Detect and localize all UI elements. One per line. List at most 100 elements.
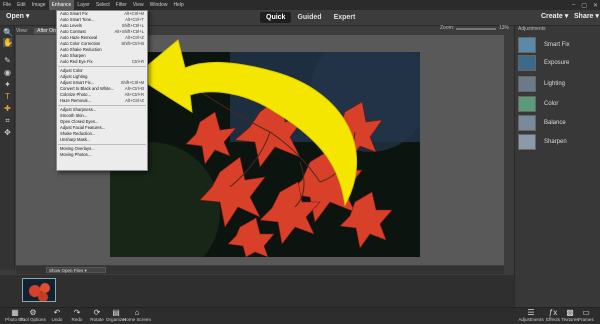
menu-item-label: Adjust Color: [60, 68, 83, 73]
menu-separator: [58, 66, 146, 67]
menu-item-label: Moving Overlays...: [60, 146, 95, 151]
tools-panel: 🔍 ✋ ✎ ◉ ✦ T ✚ ⌗ ✥: [0, 26, 15, 270]
menu-separator: [58, 144, 146, 145]
menu-item-shortcut: Alt+Ctrl+Z: [125, 98, 144, 103]
menu-item-label: Open Closed Eyes...: [60, 119, 99, 124]
menu-item-label: Auto Shake Reduction: [60, 47, 102, 52]
photo-canvas[interactable]: [110, 52, 420, 257]
home-screen-button[interactable]: ⌂ Home Screen: [122, 308, 152, 322]
undo-label: Undo: [51, 317, 63, 322]
menu-item-label: Colorize Photo...: [60, 92, 91, 97]
zoom-value: 13%: [499, 25, 510, 31]
spot-healing-icon[interactable]: ✚: [3, 104, 12, 113]
enhance-menu-item[interactable]: Unsharp Mask...: [60, 137, 146, 143]
frames-button[interactable]: ▭ Frames: [571, 308, 600, 322]
menu-item-label: Adjust Smart Fix...: [60, 80, 95, 85]
adjustment-label: Color: [544, 101, 559, 107]
type-tool-icon[interactable]: T: [3, 92, 12, 101]
adjustment-balance[interactable]: Balance: [518, 115, 598, 133]
share-button[interactable]: Share ▾: [574, 12, 599, 20]
tab-expert[interactable]: Expert: [328, 12, 362, 23]
menu-item-label: Auto Haze Removal: [60, 35, 98, 40]
menu-file[interactable]: File: [0, 0, 14, 10]
photo-thumbnail[interactable]: [22, 278, 56, 302]
menu-item-label: Auto Contrast: [60, 29, 86, 34]
menu-enhance[interactable]: Enhance: [48, 0, 75, 10]
autumn-leaves-photo: [110, 52, 420, 257]
menu-item-label: Convert to Black and White...: [60, 86, 115, 91]
create-label: Create: [541, 13, 563, 20]
share-label: Share: [574, 13, 594, 20]
show-open-files-dropdown[interactable]: Show Open Files ▾: [46, 267, 106, 273]
menu-separator: [58, 105, 146, 106]
menu-item-label: Auto Smart Tone...: [60, 17, 95, 22]
menu-item-label: Auto Red Eye Fix: [60, 59, 93, 64]
sharpen-icon: [518, 134, 536, 150]
adjustment-smart-fix[interactable]: Smart Fix: [518, 37, 598, 55]
tab-guided[interactable]: Guided: [291, 12, 327, 23]
menu-item-label: Adjust Facial Features...: [60, 125, 106, 130]
adjustment-sharpen[interactable]: Sharpen: [518, 134, 598, 152]
zoom-label: Zoom:: [440, 25, 455, 31]
window-controls: – ▢ ✕: [572, 0, 598, 10]
whiten-teeth-icon[interactable]: ✦: [3, 80, 12, 89]
eye-tool-icon[interactable]: ◉: [3, 68, 12, 77]
quick-selection-icon[interactable]: ✎: [3, 56, 12, 65]
zoom-slider[interactable]: [456, 28, 496, 30]
create-button[interactable]: Create ▾: [541, 12, 568, 20]
menu-window[interactable]: Window: [147, 0, 171, 10]
adjustment-exposure[interactable]: Exposure: [518, 55, 598, 73]
mode-tabs: Quick Guided Expert: [260, 12, 361, 23]
adjustment-lighting[interactable]: Lighting: [518, 76, 598, 94]
tab-quick[interactable]: Quick: [260, 12, 292, 23]
menu-item-label: Auto Sharpen: [60, 53, 86, 58]
redo-label: Redo: [71, 317, 83, 322]
close-icon[interactable]: ✕: [593, 2, 598, 9]
menu-item-label: Haze Removal...: [60, 98, 91, 103]
view-label: View:: [16, 27, 29, 34]
menu-view[interactable]: View: [130, 0, 147, 10]
move-tool-icon[interactable]: ✥: [3, 128, 12, 137]
photo-bin: [0, 275, 514, 307]
menubar: File Edit Image Enhance Layer Select Fil…: [0, 0, 600, 10]
menu-help[interactable]: Help: [170, 0, 186, 10]
exposure-icon: [518, 55, 536, 71]
adjustment-label: Balance: [544, 120, 566, 126]
home-screen-label: Home Screen: [122, 317, 152, 322]
balance-icon: [518, 115, 536, 131]
menu-image[interactable]: Image: [29, 0, 49, 10]
menu-item-label: Unsharp Mask...: [60, 137, 91, 142]
adjustment-label: Lighting: [544, 81, 566, 87]
adjustment-label: Smart Fix: [544, 42, 570, 48]
minimize-icon[interactable]: –: [572, 2, 575, 8]
menu-item-label: Auto Color Correction: [60, 41, 101, 46]
hand-tool-icon[interactable]: ✋: [3, 38, 13, 47]
menu-edit[interactable]: Edit: [14, 0, 29, 10]
menu-item-shortcut: Ctrl+R: [132, 59, 144, 64]
adjustment-label: Exposure: [544, 60, 570, 66]
smart-fix-icon: [518, 37, 536, 53]
menu-item-label: Shake Reduction...: [60, 131, 96, 136]
maximize-icon[interactable]: ▢: [581, 2, 587, 9]
enhance-menu-item[interactable]: Auto Red Eye Fix Ctrl+R: [60, 59, 146, 65]
crop-tool-icon[interactable]: ⌗: [3, 116, 12, 125]
menu-item-label: Auto Levels: [60, 23, 82, 28]
enhance-menu-item[interactable]: Moving Photos...: [60, 152, 146, 158]
frames-label: Frames: [578, 317, 594, 322]
menu-item-label: Moving Photos...: [60, 152, 92, 157]
open-label: Open: [6, 13, 24, 20]
enhance-menu-item[interactable]: Haze Removal... Alt+Ctrl+Z: [60, 98, 146, 104]
adjustment-color[interactable]: Color: [518, 96, 598, 114]
frames-icon: ▭: [582, 308, 590, 317]
menu-item-label: Adjust Lighting: [60, 74, 88, 79]
menu-select[interactable]: Select: [93, 0, 113, 10]
menu-item-label: Smooth Skin...: [60, 113, 88, 118]
home-icon: ⌂: [134, 308, 140, 317]
open-button[interactable]: Open ▾: [6, 12, 29, 20]
menu-item-label: Adjust Sharpness...: [60, 107, 97, 112]
menu-filter[interactable]: Filter: [113, 0, 130, 10]
menu-layer[interactable]: Layer: [74, 0, 93, 10]
zoom-tool-icon[interactable]: 🔍: [3, 28, 13, 37]
thumbnail-image: [23, 279, 55, 301]
menu-item-label: Auto Smart Fix: [60, 11, 88, 16]
